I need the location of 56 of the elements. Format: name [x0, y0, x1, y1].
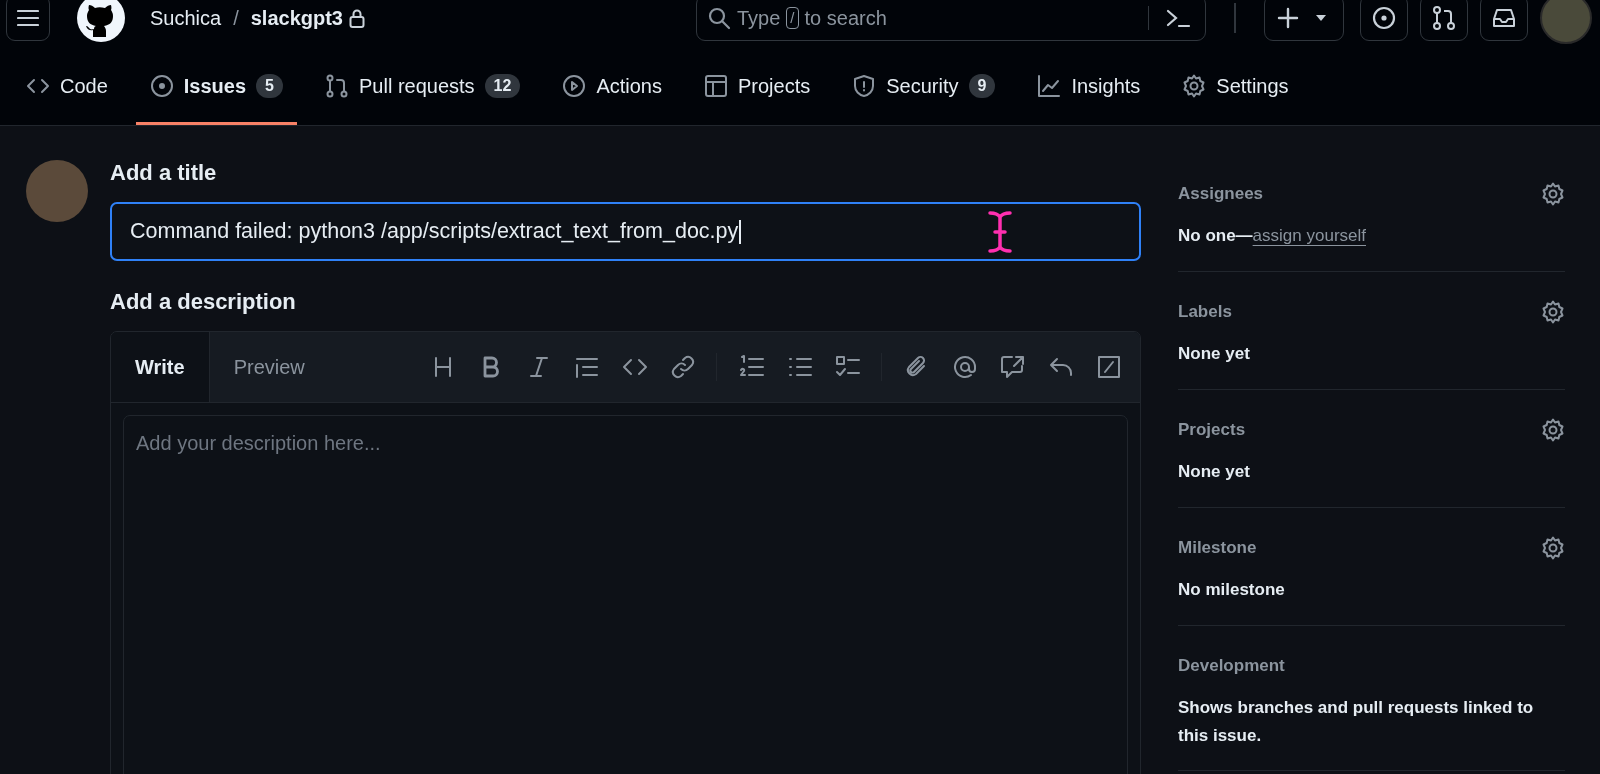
settings-icon[interactable] [1541, 536, 1565, 560]
issue-icon [149, 74, 174, 98]
sidebar-heading: Milestone [1178, 538, 1257, 558]
repo-tab[interactable]: Issues 5 [135, 50, 297, 125]
settings-icon[interactable] [1541, 418, 1565, 442]
repo-tab[interactable]: Actions [548, 50, 676, 125]
repo-tab[interactable]: Security 9 [838, 50, 1010, 125]
text-cursor-icon [987, 210, 1013, 254]
reference-icon[interactable] [1000, 354, 1026, 380]
sidebar-value: None yet [1178, 343, 1251, 365]
terminal-icon[interactable] [1165, 7, 1191, 29]
assign-yourself-link[interactable]: assign yourself [1252, 226, 1366, 245]
sidebar-heading: Projects [1178, 420, 1246, 440]
description-label: Add a description [110, 289, 297, 315]
counter-badge: 9 [968, 74, 996, 98]
sidebar-value: No milestone [1178, 579, 1286, 601]
settings-icon [1182, 74, 1207, 98]
sidebar-value: No one—assign yourself [1178, 225, 1367, 247]
path-separator: / [233, 6, 239, 30]
editor-tab[interactable]: Write [111, 332, 210, 402]
repo-tab[interactable]: Settings [1168, 50, 1303, 125]
slash-command-icon[interactable] [1096, 354, 1122, 380]
link-icon[interactable] [670, 354, 696, 380]
repo-tab[interactable]: Projects [690, 50, 825, 125]
menu-icon [17, 9, 39, 27]
shortcut-key: / [786, 7, 799, 29]
sidebar-value: None yet [1178, 461, 1251, 483]
search-icon [707, 6, 731, 30]
sidebar-value: Shows branches and pull requests linked to this issue. [1178, 697, 1535, 747]
sidebar-heading: Development [1178, 656, 1285, 676]
repo-tab[interactable]: Pull requests 12 [311, 50, 535, 125]
settings-icon[interactable] [1541, 182, 1565, 206]
title-label: Add a title [110, 160, 218, 186]
mention-icon[interactable] [952, 354, 978, 380]
play-icon [562, 74, 587, 98]
search-hint: Type [737, 6, 781, 30]
repo-tab[interactable]: Insights [1023, 50, 1155, 125]
repo-name-link[interactable]: slackgpt3 [250, 6, 343, 30]
sidebar-heading: Assignees [1178, 184, 1264, 204]
counter-badge: 12 [484, 74, 521, 98]
pull-request-icon [1431, 5, 1457, 31]
counter-badge: 5 [256, 74, 283, 98]
repo-owner-link[interactable]: Suchica [150, 6, 222, 30]
graph-icon [1037, 74, 1062, 98]
settings-icon[interactable] [1541, 300, 1565, 324]
octocat-logo-icon[interactable] [76, 0, 126, 43]
repo-tab[interactable]: Code [12, 50, 122, 125]
shield-icon [852, 74, 877, 98]
title-input-field[interactable]: Command failed: python3 /app/scripts/extract_text_from_doc.py [110, 202, 1141, 261]
description-input-field[interactable]: Add your description here... [123, 415, 1128, 774]
pull-request-icon [325, 74, 349, 98]
sidebar-heading: Labels [1178, 302, 1232, 322]
table-icon [704, 74, 728, 98]
issue-icon [1371, 5, 1397, 31]
editor-tab[interactable]: Preview [209, 332, 329, 402]
search-hint: to search [804, 6, 887, 30]
